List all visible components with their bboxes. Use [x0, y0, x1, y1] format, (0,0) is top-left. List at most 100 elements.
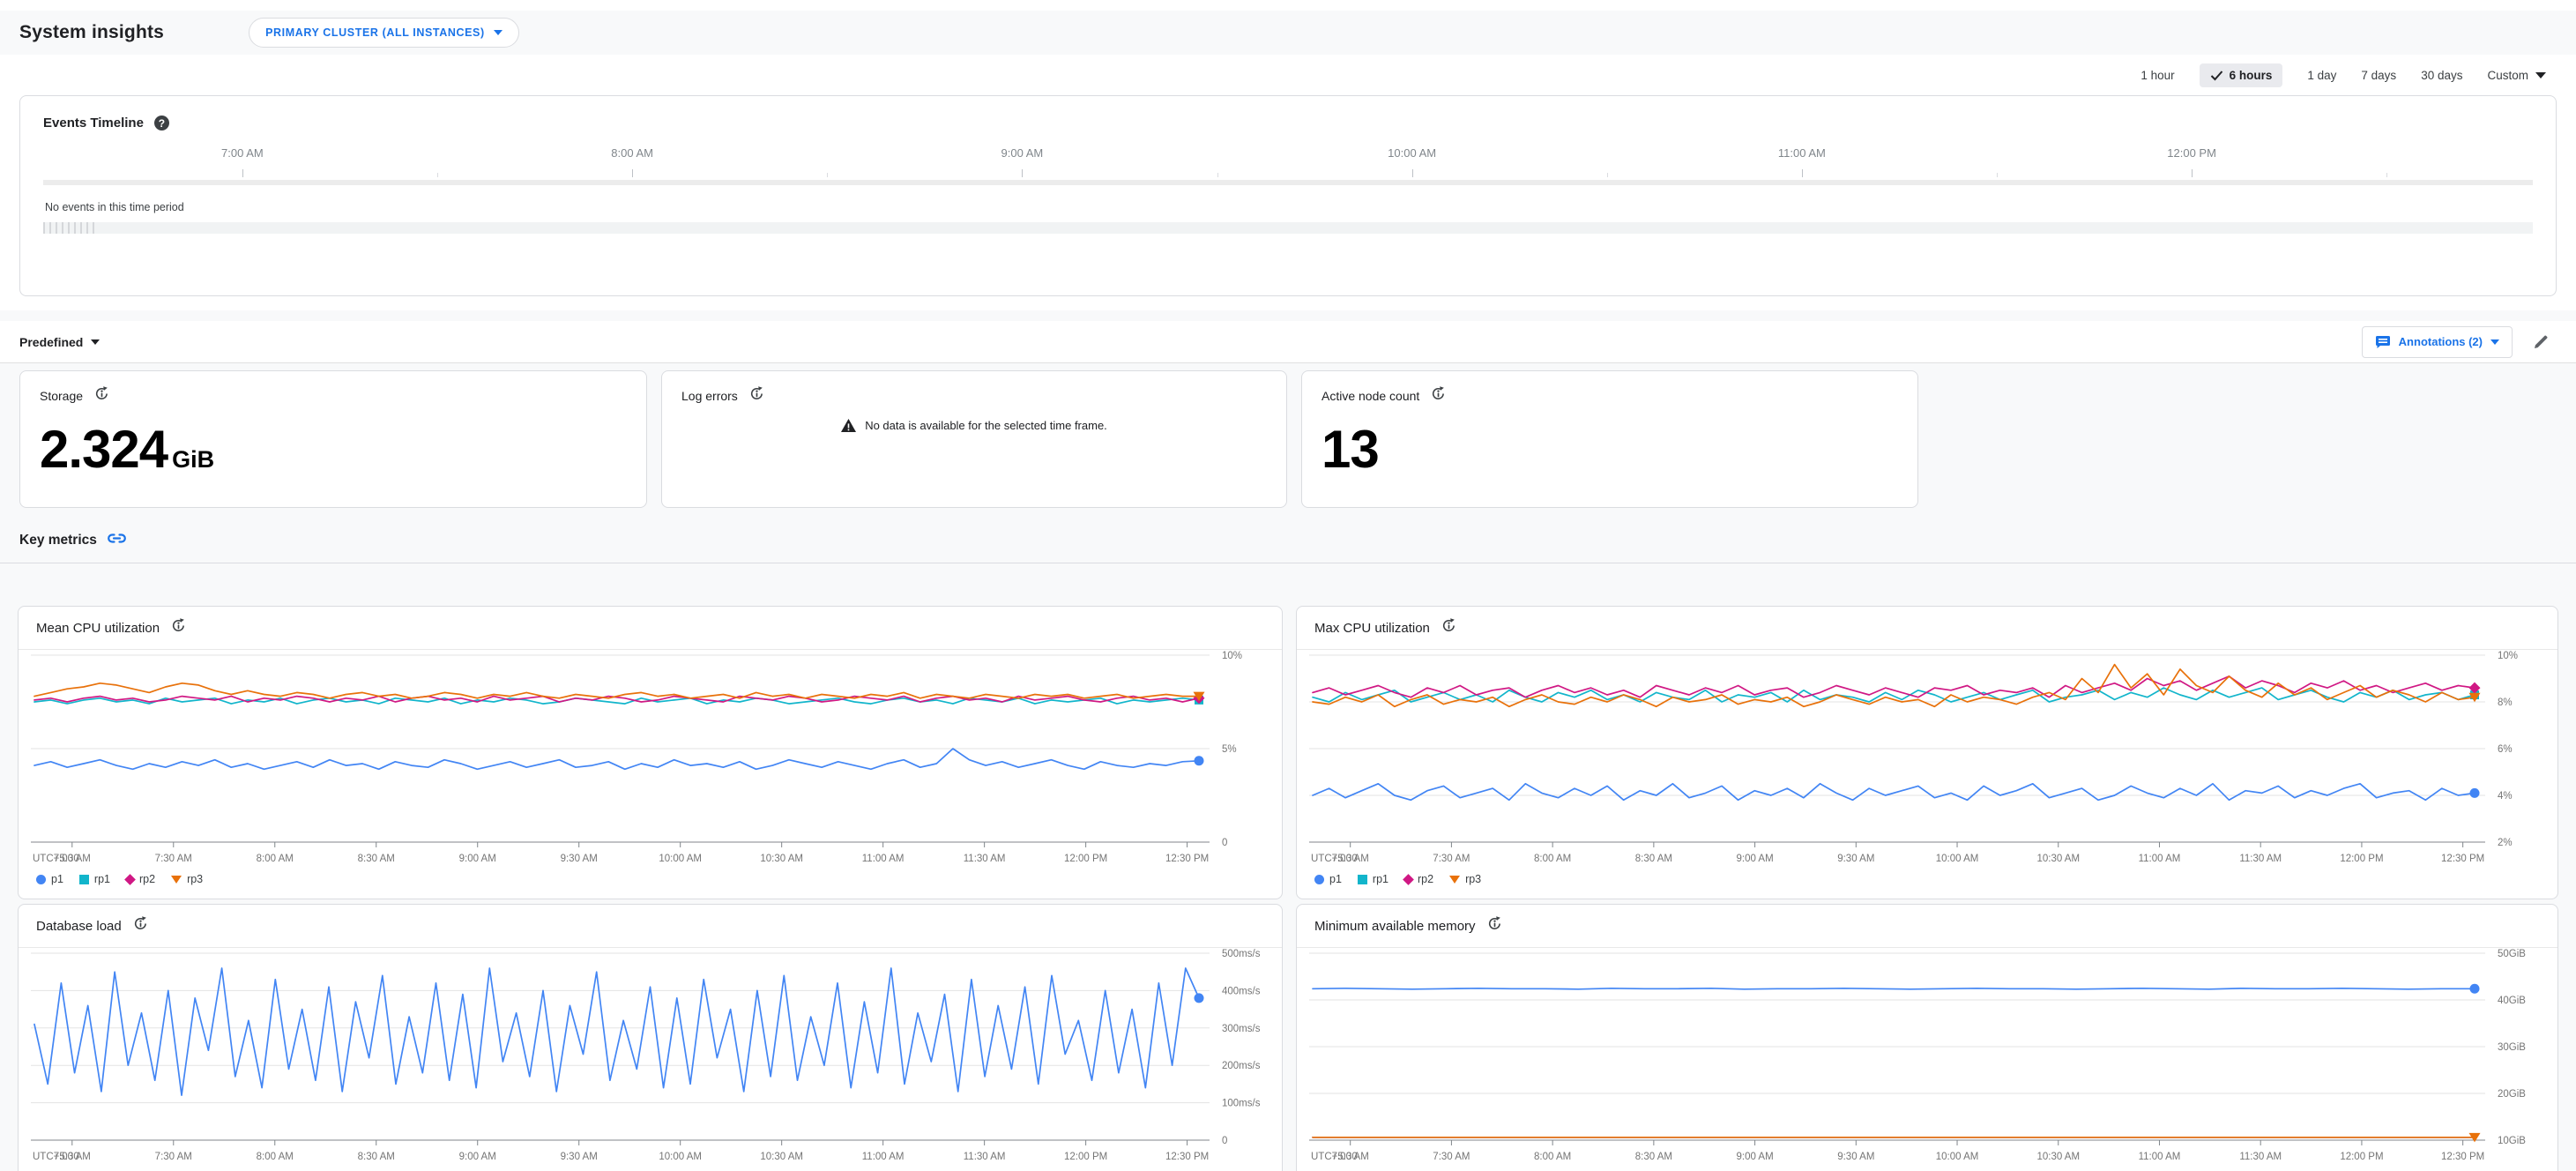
x-axis-label: 9:00 AM: [1736, 1152, 1773, 1162]
legend-label: rp2: [1417, 873, 1434, 885]
warning-icon: [841, 419, 857, 432]
legend-item-rp3[interactable]: rp3: [1449, 873, 1481, 885]
timeline-time-label: 12:00 PM: [2167, 146, 2216, 160]
x-axis-label: 9:30 AM: [1837, 1152, 1874, 1162]
chart-plot-area: 0 5% 10% UTC+5:30 7:00 AM 7:30 AM 8:00 AM 8:30 …: [31, 650, 1269, 870]
x-axis-label: 9:30 AM: [561, 854, 598, 864]
legend-label: p1: [51, 873, 63, 885]
series-end-marker: [2469, 787, 2480, 798]
chevron-down-icon: [91, 339, 101, 345]
active-node-count-title: Active node count: [1322, 389, 1420, 403]
legend-item-p1[interactable]: p1: [36, 873, 63, 885]
max-cpu-utilization-card: Max CPU utilization 2% 4% 6% 8% 10% UTC+5:30 7…: [1296, 606, 2558, 899]
timeline-axis-bar: [43, 180, 2533, 185]
x-axis-label: 9:00 AM: [459, 1152, 496, 1162]
legend-item-rp2[interactable]: rp2: [124, 873, 156, 885]
x-axis-label: 12:00 PM: [1064, 854, 1107, 864]
active-node-count-value: 13: [1322, 420, 1380, 479]
time-range-1-day[interactable]: 1 day: [2307, 69, 2336, 82]
x-axis-label: 9:30 AM: [1837, 854, 1874, 864]
x-axis-label: 11:00 AM: [862, 1152, 905, 1162]
database-load-card: Database load 0 100ms/s 200ms/s 300ms/s 400m…: [18, 904, 1283, 1171]
y-axis-label: 50GiB: [2498, 949, 2526, 959]
events-section: 1 hour 6 hours 1 day 7 days 30 days Cust…: [0, 55, 2576, 310]
x-axis-label: 8:00 AM: [257, 854, 294, 864]
timeline-major-tick: [2192, 169, 2193, 177]
timeline-minor-tick: [1996, 173, 1998, 177]
series-end-marker: [1194, 993, 1204, 1003]
y-axis-label: 10%: [1222, 651, 1242, 661]
events-timeline-track: No events in this time period 7:00 AM 8:0…: [43, 131, 2533, 263]
data-freshness-icon[interactable]: [170, 617, 187, 638]
header: System insights PRIMARY CLUSTER (ALL INS…: [0, 11, 2576, 55]
diamond-marker-icon: [124, 873, 136, 885]
x-axis-label: 11:00 AM: [2139, 854, 2181, 864]
x-axis-label: 8:00 AM: [1534, 854, 1571, 864]
chart-plot-area: 2% 4% 6% 8% 10% UTC+5:30 7:00 AM 7:30 AM 8:00 AM…: [1309, 650, 2545, 870]
legend-label: rp1: [93, 873, 110, 885]
annotations-button[interactable]: Annotations (2): [2361, 325, 2513, 358]
chart-plot-area: 0 100ms/s 200ms/s 300ms/s 400ms/s 500ms/s UTC+…: [31, 948, 1269, 1168]
data-freshness-icon[interactable]: [132, 915, 149, 936]
triangle-down-marker-icon: [1449, 875, 1461, 884]
link-icon[interactable]: [108, 531, 126, 550]
legend-item-rp1[interactable]: rp1: [1357, 873, 1389, 885]
predefined-dropdown[interactable]: Predefined: [19, 335, 101, 349]
y-axis-label: 2%: [2498, 838, 2513, 848]
time-range-6-hours[interactable]: 6 hours: [2199, 63, 2283, 87]
active-node-count-card: Active node count 13: [1301, 370, 1918, 508]
x-axis-label: 10:30 AM: [760, 1152, 803, 1162]
x-axis-label: 10:30 AM: [2036, 854, 2080, 864]
data-freshness-icon[interactable]: [1441, 617, 1457, 638]
diamond-marker-icon: [1403, 873, 1414, 885]
metrics-toolbar: Predefined Annotations (2): [0, 321, 2576, 363]
y-axis-label: 0: [1222, 1136, 1227, 1146]
timeline-empty-message: No events in this time period: [45, 201, 184, 213]
legend-item-rp3[interactable]: rp3: [171, 873, 203, 885]
x-axis-label: 11:00 AM: [862, 854, 905, 864]
chart-title: Mean CPU utilization: [36, 620, 160, 636]
legend-item-p1[interactable]: p1: [1314, 873, 1342, 885]
minimum-available-memory-card: Minimum available memory 10GiB 20GiB 30GiB…: [1296, 904, 2558, 1171]
data-freshness-icon[interactable]: [1430, 385, 1447, 406]
data-freshness-icon[interactable]: [748, 385, 765, 406]
series-line-rp3: [34, 682, 1200, 699]
time-range-30-days[interactable]: 30 days: [2421, 69, 2462, 82]
storage-card-title: Storage: [40, 389, 84, 403]
edit-button[interactable]: [2532, 333, 2550, 351]
timeline-minor-tick: [437, 173, 439, 177]
x-axis-label: 9:00 AM: [459, 854, 496, 864]
events-timeline-card: Events Timeline ? No events in this time…: [19, 95, 2557, 296]
timeline-hatched-region: [43, 222, 94, 234]
timeline-minor-tick: [2386, 173, 2388, 177]
series-line-p1: [1312, 987, 2475, 990]
timeline-major-tick: [242, 169, 243, 177]
charts-grid: Mean CPU utilization 0 5% 10% UTC+5:30 7:00 …: [18, 606, 2558, 1171]
data-freshness-icon[interactable]: [1486, 915, 1503, 936]
y-axis-label: 10GiB: [2498, 1136, 2526, 1146]
chart-canvas: 2%4%6%8%10%UTC+5:307:00 AM 7:30 AM 8:00 AM…: [1309, 651, 2518, 864]
time-range-7-days[interactable]: 7 days: [2361, 69, 2396, 82]
cluster-selector-button[interactable]: PRIMARY CLUSTER (ALL INSTANCES): [249, 18, 519, 48]
data-freshness-icon[interactable]: [93, 385, 110, 406]
log-errors-card: Log errors No data is available for the …: [661, 370, 1287, 508]
time-range-1-hour[interactable]: 1 hour: [2140, 69, 2174, 82]
x-axis-label: 7:30 AM: [155, 854, 192, 864]
x-axis-label: 7:30 AM: [1433, 1152, 1470, 1162]
timeline-events-bar: [43, 222, 2533, 234]
legend-label: rp3: [1465, 873, 1482, 885]
square-marker-icon: [1357, 874, 1367, 884]
time-range-custom[interactable]: Custom: [2487, 69, 2546, 82]
summary-cards-row: Storage 2.324 GiB Log errors No data is …: [19, 370, 2557, 508]
storage-unit: GiB: [172, 446, 215, 473]
help-icon[interactable]: ?: [153, 116, 169, 131]
x-axis-label: 11:30 AM: [2239, 1152, 2282, 1162]
x-axis-label: 8:00 AM: [1534, 1152, 1571, 1162]
pencil-icon: [2535, 335, 2548, 348]
legend-label: rp3: [187, 873, 204, 885]
x-axis-label: 10:00 AM: [1936, 854, 1979, 864]
legend-label: rp2: [138, 873, 156, 885]
legend-item-rp1[interactable]: rp1: [78, 873, 110, 885]
timeline-major-tick: [632, 169, 634, 177]
legend-item-rp2[interactable]: rp2: [1403, 873, 1434, 885]
